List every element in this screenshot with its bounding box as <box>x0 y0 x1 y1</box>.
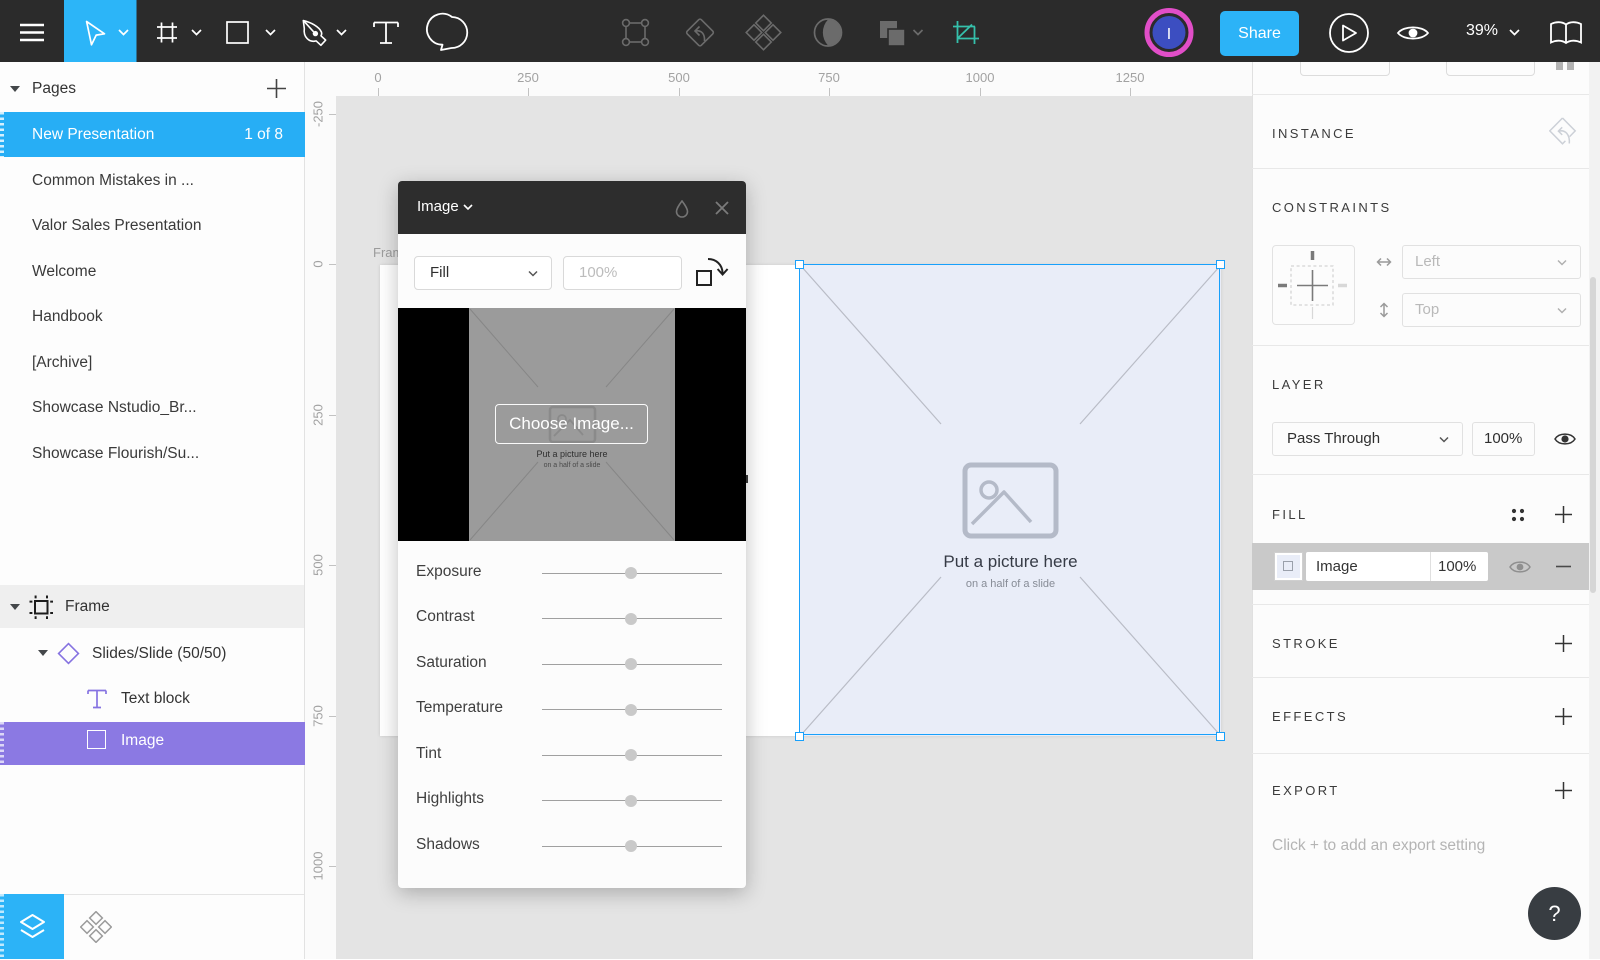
svg-text:I: I <box>1167 26 1171 43</box>
